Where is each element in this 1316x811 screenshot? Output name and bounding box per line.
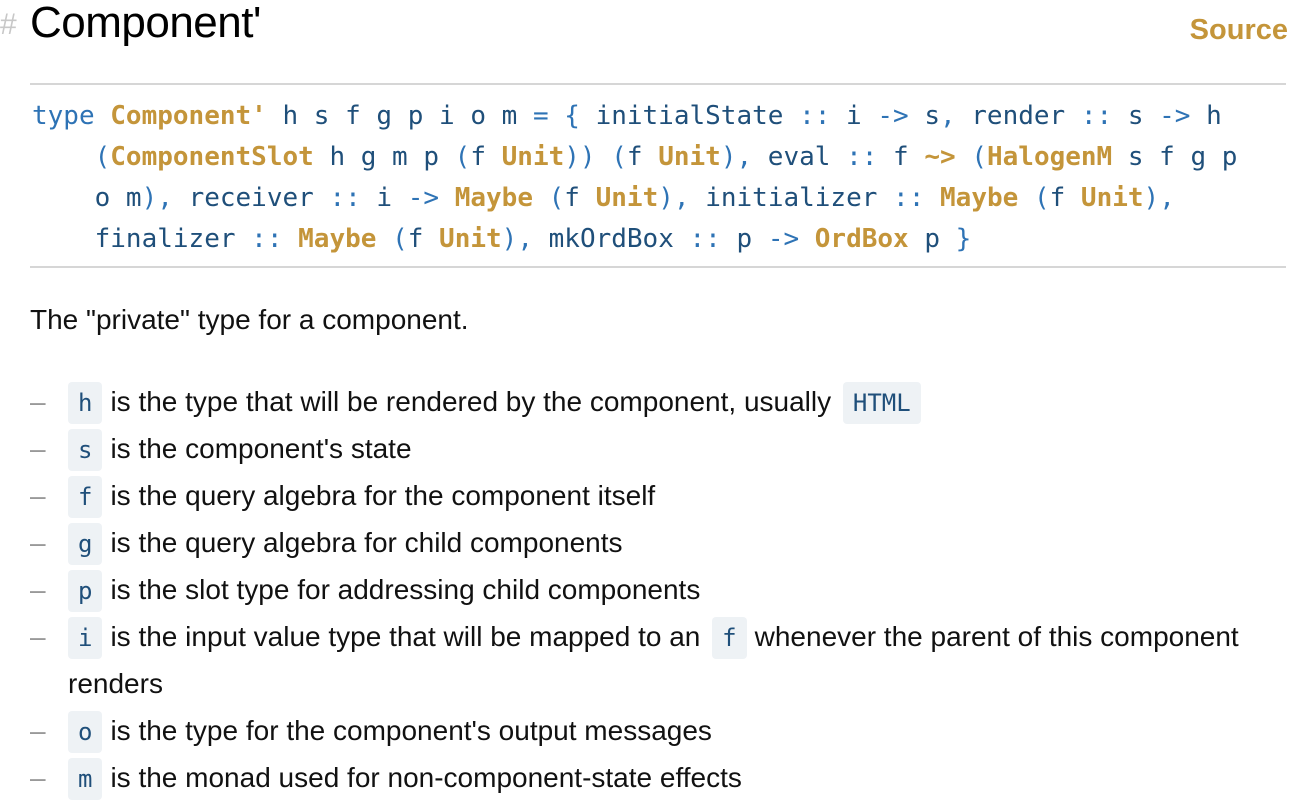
description: The "private" type for a component. — [30, 304, 469, 335]
docs-page: # Component' Source type Component' h s … — [0, 0, 1316, 811]
source-link[interactable]: Source — [1190, 14, 1288, 47]
param-list: – h is the type that will be rendered by … — [30, 378, 1290, 801]
param-code: m — [68, 758, 103, 800]
type-signature: type Component' h s f g p i o m = { init… — [30, 83, 1286, 268]
inline-code: HTML — [842, 382, 921, 424]
param-code: h — [68, 382, 103, 424]
list-item: – s is the component's state — [30, 425, 1290, 472]
declaration-title: Component' — [30, 0, 261, 47]
list-item: – m is the monad used for non-component-s… — [30, 754, 1290, 801]
anchor-link[interactable]: # — [0, 8, 17, 42]
list-item: – p is the slot type for addressing child… — [30, 566, 1290, 613]
list-item: – h is the type that will be rendered by … — [30, 378, 1290, 425]
inline-code: f — [712, 617, 747, 659]
type-name: Component' — [110, 101, 267, 131]
list-item: – o is the type for the component's outpu… — [30, 707, 1290, 754]
list-item: – g is the query algebra for child compon… — [30, 519, 1290, 566]
param-code: p — [68, 570, 103, 612]
list-item: – i is the input value type that will be … — [30, 613, 1290, 707]
param-code: o — [68, 711, 103, 753]
list-item: – f is the query algebra for the componen… — [30, 472, 1290, 519]
param-code: i — [68, 617, 103, 659]
declaration-header: # Component' Source — [0, 0, 1290, 56]
signature-code: type Component' h s f g p i o m = { init… — [32, 101, 1238, 254]
param-code: g — [68, 523, 103, 565]
param-code: f — [68, 476, 103, 518]
param-code: s — [68, 429, 103, 471]
